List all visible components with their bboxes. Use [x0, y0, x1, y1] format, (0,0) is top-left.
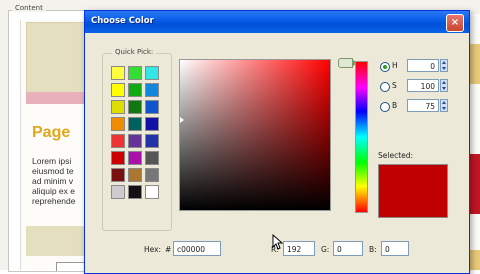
- quick-pick-swatch[interactable]: [128, 117, 142, 131]
- brightness-gradient: [180, 60, 330, 210]
- brightness-spinner[interactable]: [440, 99, 448, 112]
- quick-pick-swatch[interactable]: [145, 117, 159, 131]
- g-input[interactable]: 0: [333, 241, 363, 256]
- hex-label: Hex:: [144, 245, 162, 254]
- saturation-input[interactable]: 100: [407, 79, 439, 92]
- paragraph-line: ad minim v: [32, 176, 74, 186]
- quick-pick-swatch[interactable]: [145, 83, 159, 97]
- quick-pick-label: Quick Pick:: [112, 48, 157, 56]
- quick-pick-swatch[interactable]: [111, 185, 125, 199]
- quick-pick-swatch[interactable]: [128, 185, 142, 199]
- page-paragraph: Lorem ipsi eiusmod te ad minim v aliquip…: [32, 156, 86, 206]
- brightness-label: B: [392, 101, 398, 110]
- hue-radio[interactable]: [380, 62, 390, 72]
- dialog-title: Choose Color: [91, 16, 154, 26]
- quick-pick-swatch[interactable]: [111, 134, 125, 148]
- page-heading: Page: [32, 124, 71, 141]
- quick-pick-swatch[interactable]: [128, 168, 142, 182]
- quick-pick-swatch[interactable]: [145, 151, 159, 165]
- hue-spinner[interactable]: [440, 59, 448, 72]
- hex-hash: #: [165, 245, 172, 254]
- b-label: B:: [369, 245, 377, 254]
- paragraph-line: aliquip ex e: [32, 186, 76, 196]
- content-legend: Content: [12, 4, 46, 12]
- close-button[interactable]: ×: [446, 14, 464, 32]
- saturation-brightness-picker[interactable]: [179, 59, 331, 211]
- paragraph-line: eiusmod te: [32, 166, 74, 176]
- dialog-titlebar[interactable]: Choose Color ×: [85, 11, 469, 33]
- quick-pick-swatch[interactable]: [111, 117, 125, 131]
- content-banner: [26, 22, 88, 94]
- quick-pick-swatch[interactable]: [111, 100, 125, 114]
- mouse-cursor-icon: [272, 234, 284, 250]
- paragraph-line: reprehende: [32, 196, 76, 206]
- quick-pick-swatch[interactable]: [111, 66, 125, 80]
- quick-pick-group: Quick Pick:: [102, 48, 172, 231]
- picker-marker[interactable]: [180, 117, 184, 123]
- selected-label: Selected:: [378, 151, 414, 160]
- quick-pick-swatch[interactable]: [111, 168, 125, 182]
- quick-pick-swatch[interactable]: [128, 66, 142, 80]
- hue-label: H: [392, 61, 398, 70]
- quick-pick-swatch[interactable]: [111, 83, 125, 97]
- content-strip: [26, 92, 86, 104]
- brightness-input[interactable]: 75: [407, 99, 439, 112]
- brightness-radio[interactable]: [380, 102, 390, 112]
- quick-pick-swatch[interactable]: [145, 134, 159, 148]
- choose-color-dialog: Choose Color × Quick Pick: H 0 S 100 B 7…: [84, 10, 470, 274]
- saturation-label: S: [392, 81, 397, 90]
- quick-pick-swatch[interactable]: [145, 66, 159, 80]
- quick-pick-swatch[interactable]: [128, 83, 142, 97]
- quick-pick-swatch[interactable]: [128, 100, 142, 114]
- dialog-body: Quick Pick: H 0 S 100 B 75 Selected: Hex…: [85, 33, 469, 273]
- quick-pick-swatch[interactable]: [145, 100, 159, 114]
- quick-pick-swatch[interactable]: [128, 134, 142, 148]
- quick-pick-swatch[interactable]: [111, 151, 125, 165]
- hex-input[interactable]: c00000: [173, 241, 221, 256]
- hue-slider[interactable]: [355, 61, 368, 213]
- saturation-radio[interactable]: [380, 82, 390, 92]
- r-input[interactable]: 192: [283, 241, 315, 256]
- hue-slider-thumb[interactable]: [338, 58, 357, 68]
- selected-color-preview: [378, 164, 448, 218]
- quick-pick-grid: [111, 66, 159, 199]
- saturation-spinner[interactable]: [440, 79, 448, 92]
- quick-pick-swatch[interactable]: [145, 168, 159, 182]
- content-footer-block: [26, 226, 86, 256]
- quick-pick-swatch[interactable]: [128, 151, 142, 165]
- paragraph-line: Lorem ipsi: [32, 156, 72, 166]
- hue-input[interactable]: 0: [407, 59, 439, 72]
- quick-pick-swatch[interactable]: [145, 185, 159, 199]
- g-label: G:: [321, 245, 330, 254]
- b-input[interactable]: 0: [381, 241, 409, 256]
